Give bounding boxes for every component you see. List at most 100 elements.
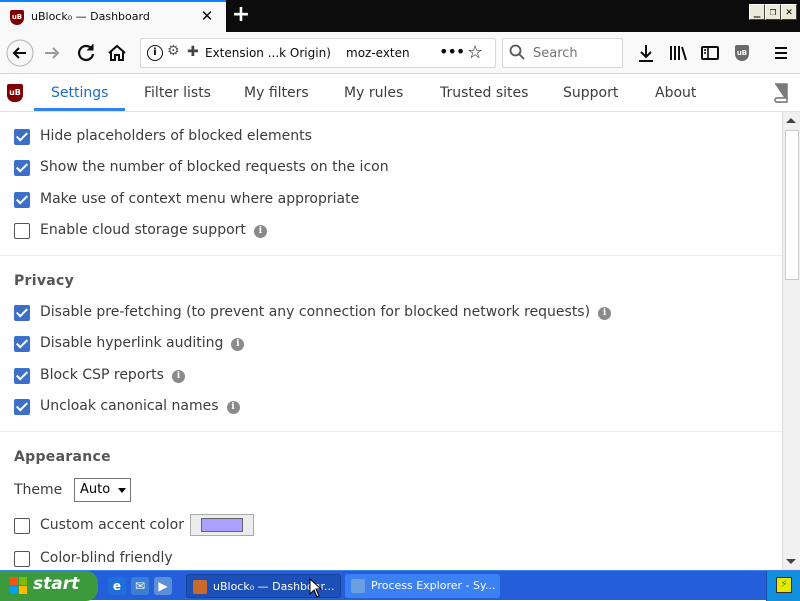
home-button[interactable] <box>103 39 131 67</box>
checkbox-checked[interactable] <box>14 336 30 352</box>
active-tab-indicator <box>34 108 125 111</box>
documentation-book-icon[interactable] <box>770 81 792 108</box>
scroll-up-arrow-icon[interactable] <box>786 118 796 123</box>
back-arrow-icon <box>6 39 34 67</box>
checkbox-unchecked[interactable] <box>14 223 30 239</box>
library-icon <box>670 46 687 61</box>
setting-label: Disable hyperlink auditing i <box>40 335 245 351</box>
ublock-logo-icon: uB <box>7 84 23 102</box>
page-actions-menu-icon[interactable]: ••• <box>439 42 465 61</box>
vertical-scrollbar[interactable] <box>782 112 800 570</box>
permissions-icon[interactable]: ⚙ <box>167 43 180 59</box>
setting-label: Uncloak canonical names i <box>40 398 240 414</box>
internet-explorer-icon[interactable]: e <box>108 577 126 595</box>
scroll-down-arrow-icon[interactable] <box>786 559 796 564</box>
checkbox-checked[interactable] <box>14 192 30 208</box>
forward-arrow-icon <box>45 47 60 59</box>
system-tray: ⚡ <box>766 571 800 601</box>
restore-window-button[interactable]: ❐ <box>765 4 781 20</box>
setting-label: Color-blind friendly <box>40 550 173 566</box>
tray-app-icon[interactable]: ⚡ <box>776 577 792 593</box>
reload-button[interactable] <box>72 39 100 67</box>
info-icon[interactable]: i <box>231 338 245 351</box>
tab-about[interactable]: About <box>655 75 696 112</box>
forward-button[interactable] <box>38 39 66 67</box>
ublock-toolbar-button[interactable]: uB <box>728 39 756 67</box>
checkbox-checked[interactable] <box>14 129 30 145</box>
setting-label: Disable pre-fetching (to prevent any con… <box>40 304 612 320</box>
media-player-icon[interactable]: ▶ <box>154 577 172 595</box>
mouse-cursor-icon <box>309 578 323 598</box>
checkbox-checked[interactable] <box>14 305 30 321</box>
tab-title: uBlock₀ — Dashboard <box>31 10 150 23</box>
tab-trusted-sites[interactable]: Trusted sites <box>440 75 528 112</box>
scrollbar-thumb[interactable] <box>785 130 799 280</box>
sidebar-toggle-button[interactable] <box>696 39 724 67</box>
firefox-icon <box>193 580 207 594</box>
tab-my-filters[interactable]: My filters <box>244 75 309 112</box>
theme-label: Theme <box>14 482 63 498</box>
site-info-icon[interactable]: i <box>147 45 163 61</box>
info-icon[interactable]: i <box>171 370 185 383</box>
section-divider <box>0 255 782 256</box>
ublock-shield-icon: uB <box>735 45 749 61</box>
search-placeholder: Search <box>533 46 578 61</box>
close-window-button[interactable]: ✕ <box>781 4 797 20</box>
start-label: start <box>33 574 80 594</box>
start-button[interactable]: start <box>0 571 98 601</box>
tab-support[interactable]: Support <box>563 75 618 112</box>
process-explorer-icon <box>351 579 365 593</box>
close-tab-icon[interactable]: ✕ <box>199 6 215 26</box>
appearance-section-title: Appearance <box>14 449 111 465</box>
back-button[interactable] <box>6 39 34 67</box>
address-bar[interactable]: i ⚙ ✚ Extension ...k Origin) moz-exten •… <box>140 38 496 68</box>
checkbox-checked[interactable] <box>14 368 30 384</box>
setting-label-text: Block CSP reports <box>40 367 164 383</box>
setting-label: Block CSP reports i <box>40 367 185 383</box>
tab-settings[interactable]: Settings <box>51 75 108 112</box>
app-menu-button[interactable] <box>767 39 795 67</box>
sidebar-icon <box>701 46 719 60</box>
reload-icon <box>78 44 95 61</box>
search-icon <box>509 43 525 65</box>
setting-label-text: Disable pre-fetching (to prevent any con… <box>40 304 591 320</box>
setting-label: Enable cloud storage support i <box>40 222 267 238</box>
info-icon[interactable]: i <box>226 401 240 414</box>
identity-label: Extension ...k Origin) <box>205 46 331 60</box>
setting-label-text: Uncloak canonical names <box>40 398 219 414</box>
extension-puzzle-icon: ✚ <box>187 44 199 60</box>
privacy-section-title: Privacy <box>14 273 75 289</box>
search-box[interactable]: Search <box>502 38 623 68</box>
theme-select-value: Auto <box>80 482 111 497</box>
windows-logo-icon <box>10 577 28 595</box>
dashboard-nav: uB Settings Filter lists My filters My r… <box>0 75 800 112</box>
browser-tab-dashboard[interactable]: uB uBlock₀ — Dashboard ✕ <box>0 0 226 32</box>
navigation-toolbar: i ⚙ ✚ Extension ...k Origin) moz-exten •… <box>0 32 800 74</box>
url-text[interactable]: moz-exten <box>346 46 434 60</box>
settings-pane: Hide placeholders of blocked elements Sh… <box>0 112 782 570</box>
minimize-window-button[interactable]: _ <box>749 4 765 20</box>
tab-my-rules[interactable]: My rules <box>344 75 403 112</box>
setting-label: Make use of context menu where appropria… <box>40 191 360 207</box>
bookmark-star-icon[interactable]: ☆ <box>467 42 483 63</box>
checkbox-unchecked[interactable] <box>14 551 30 567</box>
taskbar-item-label: Process Explorer - Sy... <box>371 579 496 592</box>
library-button[interactable] <box>664 39 692 67</box>
downloads-button[interactable] <box>632 39 660 67</box>
taskbar-item-process-explorer[interactable]: Process Explorer - Sy... <box>345 574 500 598</box>
tab-filter-lists[interactable]: Filter lists <box>144 75 211 112</box>
setting-label-text: Disable hyperlink auditing <box>40 335 224 351</box>
tab-strip: uB uBlock₀ — Dashboard ✕ + _ ❐ ✕ <box>0 0 800 32</box>
checkbox-checked[interactable] <box>14 399 30 415</box>
hamburger-menu-icon <box>775 47 787 59</box>
theme-select[interactable]: Auto <box>74 478 131 502</box>
accent-color-swatch <box>201 518 243 532</box>
taskbar: start e ✉ ▶ uBlock₀ — Dashboar... Proces… <box>0 570 800 601</box>
new-tab-button[interactable]: + <box>231 4 251 26</box>
accent-color-picker[interactable] <box>190 514 254 536</box>
checkbox-unchecked[interactable] <box>14 518 30 534</box>
outlook-express-icon[interactable]: ✉ <box>131 577 149 595</box>
info-icon[interactable]: i <box>253 225 267 238</box>
info-icon[interactable]: i <box>598 307 612 320</box>
checkbox-checked[interactable] <box>14 160 30 176</box>
